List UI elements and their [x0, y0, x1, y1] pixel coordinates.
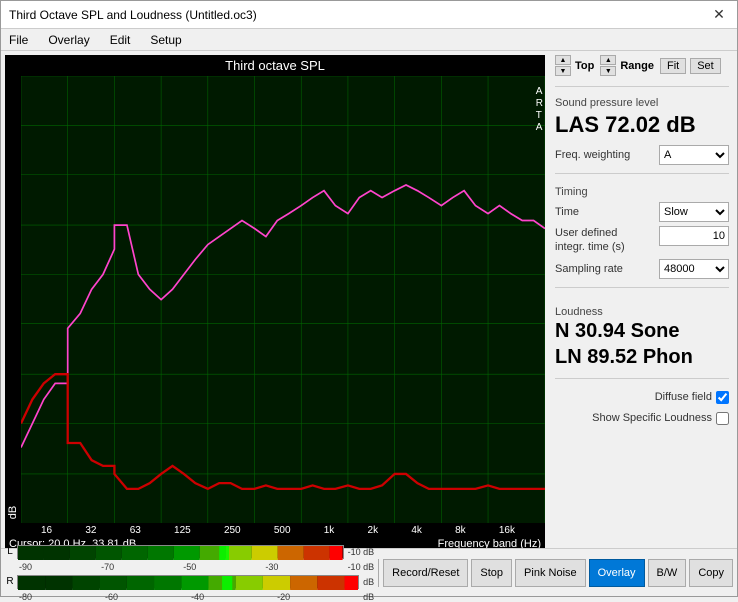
- time-label: Time: [555, 206, 579, 218]
- main-content: Third octave SPL dB: [1, 51, 737, 548]
- chart-canvas: dB: [5, 76, 545, 523]
- window-title: Third Octave SPL and Loudness (Untitled.…: [9, 8, 257, 22]
- divider-v: [378, 559, 379, 587]
- meter-bar-r: [17, 575, 359, 589]
- top-label: Top: [575, 60, 594, 72]
- loudness-n-value: N 30.94 Sone LN 89.52 Phon: [555, 318, 729, 370]
- pink-noise-button[interactable]: Pink Noise: [515, 559, 586, 587]
- top-spin-group: ▲ ▼ Top: [555, 55, 594, 76]
- sampling-select[interactable]: 44100 48000 96000: [659, 259, 729, 279]
- meter-l-db: -10 dB: [348, 547, 375, 557]
- spl-value: LAS 72.02 dB: [555, 113, 729, 137]
- meter-graph-r: [18, 576, 358, 590]
- range-label: Range: [620, 60, 654, 72]
- range-spinner: ▲ ▼: [600, 55, 616, 76]
- meter-graph-l: [18, 546, 343, 560]
- sampling-row: Sampling rate 44100 48000 96000: [555, 259, 729, 279]
- menu-overlay[interactable]: Overlay: [44, 32, 93, 48]
- sampling-label: Sampling rate: [555, 263, 623, 275]
- right-panel: ▲ ▼ Top ▲ ▼ Range Fit Set: [547, 51, 737, 548]
- timing-section: Timing Time Slow Fast Impulse User defin…: [555, 186, 729, 279]
- n-value: N 30.94 Sone: [555, 318, 729, 344]
- chart-title: Third octave SPL: [5, 55, 545, 76]
- set-button[interactable]: Set: [690, 58, 721, 74]
- loudness-section: Loudness N 30.94 Sone LN 89.52 Phon: [555, 302, 729, 370]
- divider-4: [555, 378, 729, 379]
- integr-label: User defined integr. time (s): [555, 226, 645, 255]
- chart-area: Third octave SPL dB: [5, 55, 545, 544]
- menu-file[interactable]: File: [5, 32, 32, 48]
- meter-row-l: L: [5, 544, 374, 560]
- arta-label: ARTA: [536, 86, 543, 134]
- meter-tick-labels-top: -90 -70 -50 -30 -10 dB: [5, 562, 374, 572]
- bottom-bar: L: [1, 548, 737, 596]
- menu-bar: File Overlay Edit Setup: [1, 29, 737, 51]
- show-specific-row: Show Specific Loudness: [555, 412, 729, 425]
- fit-button[interactable]: Fit: [660, 58, 686, 74]
- meter-r-db: dB: [363, 577, 374, 587]
- chart-x-labels: 16 32 63 125 250 500 1k 2k 4k 8k 16k: [5, 523, 545, 537]
- chart-svg-container: 80.0 70 60 50 40 30 20 10 0: [21, 76, 545, 523]
- integr-row: User defined integr. time (s): [555, 226, 729, 255]
- meter-bar-l: [17, 545, 344, 559]
- copy-button[interactable]: Copy: [689, 559, 733, 587]
- top-spinner: ▲ ▼: [555, 55, 571, 76]
- top-up-btn[interactable]: ▲: [555, 55, 571, 65]
- overlay-button[interactable]: Overlay: [589, 559, 645, 587]
- y-axis-label: dB: [5, 76, 21, 523]
- integr-input[interactable]: [659, 226, 729, 246]
- range-up-btn[interactable]: ▲: [600, 55, 616, 65]
- divider-1: [555, 86, 729, 87]
- divider-2: [555, 173, 729, 174]
- freq-label: Frequency band (Hz): [438, 538, 541, 548]
- main-window: Third Octave SPL and Loudness (Untitled.…: [0, 0, 738, 597]
- range-group: ▲ ▼ Range: [600, 55, 654, 76]
- timing-label: Timing: [555, 186, 729, 198]
- time-select[interactable]: Slow Fast Impulse: [659, 202, 729, 222]
- menu-setup[interactable]: Setup: [146, 32, 185, 48]
- db-meter: L: [5, 544, 374, 602]
- show-specific-checkbox[interactable]: [716, 412, 729, 425]
- bw-button[interactable]: B/W: [648, 559, 687, 587]
- fit-set-group: Fit Set: [660, 58, 721, 74]
- freq-weighting-row: Freq. weighting A B C Z: [555, 145, 729, 165]
- close-button[interactable]: ✕: [709, 5, 729, 25]
- freq-weighting-select[interactable]: A B C Z: [659, 145, 729, 165]
- top-down-btn[interactable]: ▼: [555, 66, 571, 76]
- ln-value: LN 89.52 Phon: [555, 344, 729, 370]
- diffuse-checkbox[interactable]: [716, 391, 729, 404]
- time-row: Time Slow Fast Impulse: [555, 202, 729, 222]
- meter-row-r: R: [5, 574, 374, 590]
- loudness-label: Loudness: [555, 306, 729, 318]
- stop-button[interactable]: Stop: [471, 559, 512, 587]
- spl-section-label: Sound pressure level: [555, 97, 729, 109]
- record-reset-button[interactable]: Record/Reset: [383, 559, 468, 587]
- top-controls: ▲ ▼ Top ▲ ▼ Range Fit Set: [555, 55, 729, 76]
- diffuse-label: Diffuse field: [655, 391, 712, 403]
- range-down-btn[interactable]: ▼: [600, 66, 616, 76]
- freq-weighting-label: Freq. weighting: [555, 149, 630, 161]
- bottom-buttons: Record/Reset Stop Pink Noise Overlay B/W…: [383, 559, 733, 587]
- title-bar: Third Octave SPL and Loudness (Untitled.…: [1, 1, 737, 29]
- diffuse-field-row: Diffuse field: [555, 391, 729, 404]
- show-specific-label: Show Specific Loudness: [592, 412, 712, 424]
- meter-r-label: R: [5, 576, 15, 587]
- menu-edit[interactable]: Edit: [106, 32, 135, 48]
- chart-graph: 80.0 70 60 50 40 30 20 10 0: [21, 76, 545, 523]
- divider-3: [555, 287, 729, 288]
